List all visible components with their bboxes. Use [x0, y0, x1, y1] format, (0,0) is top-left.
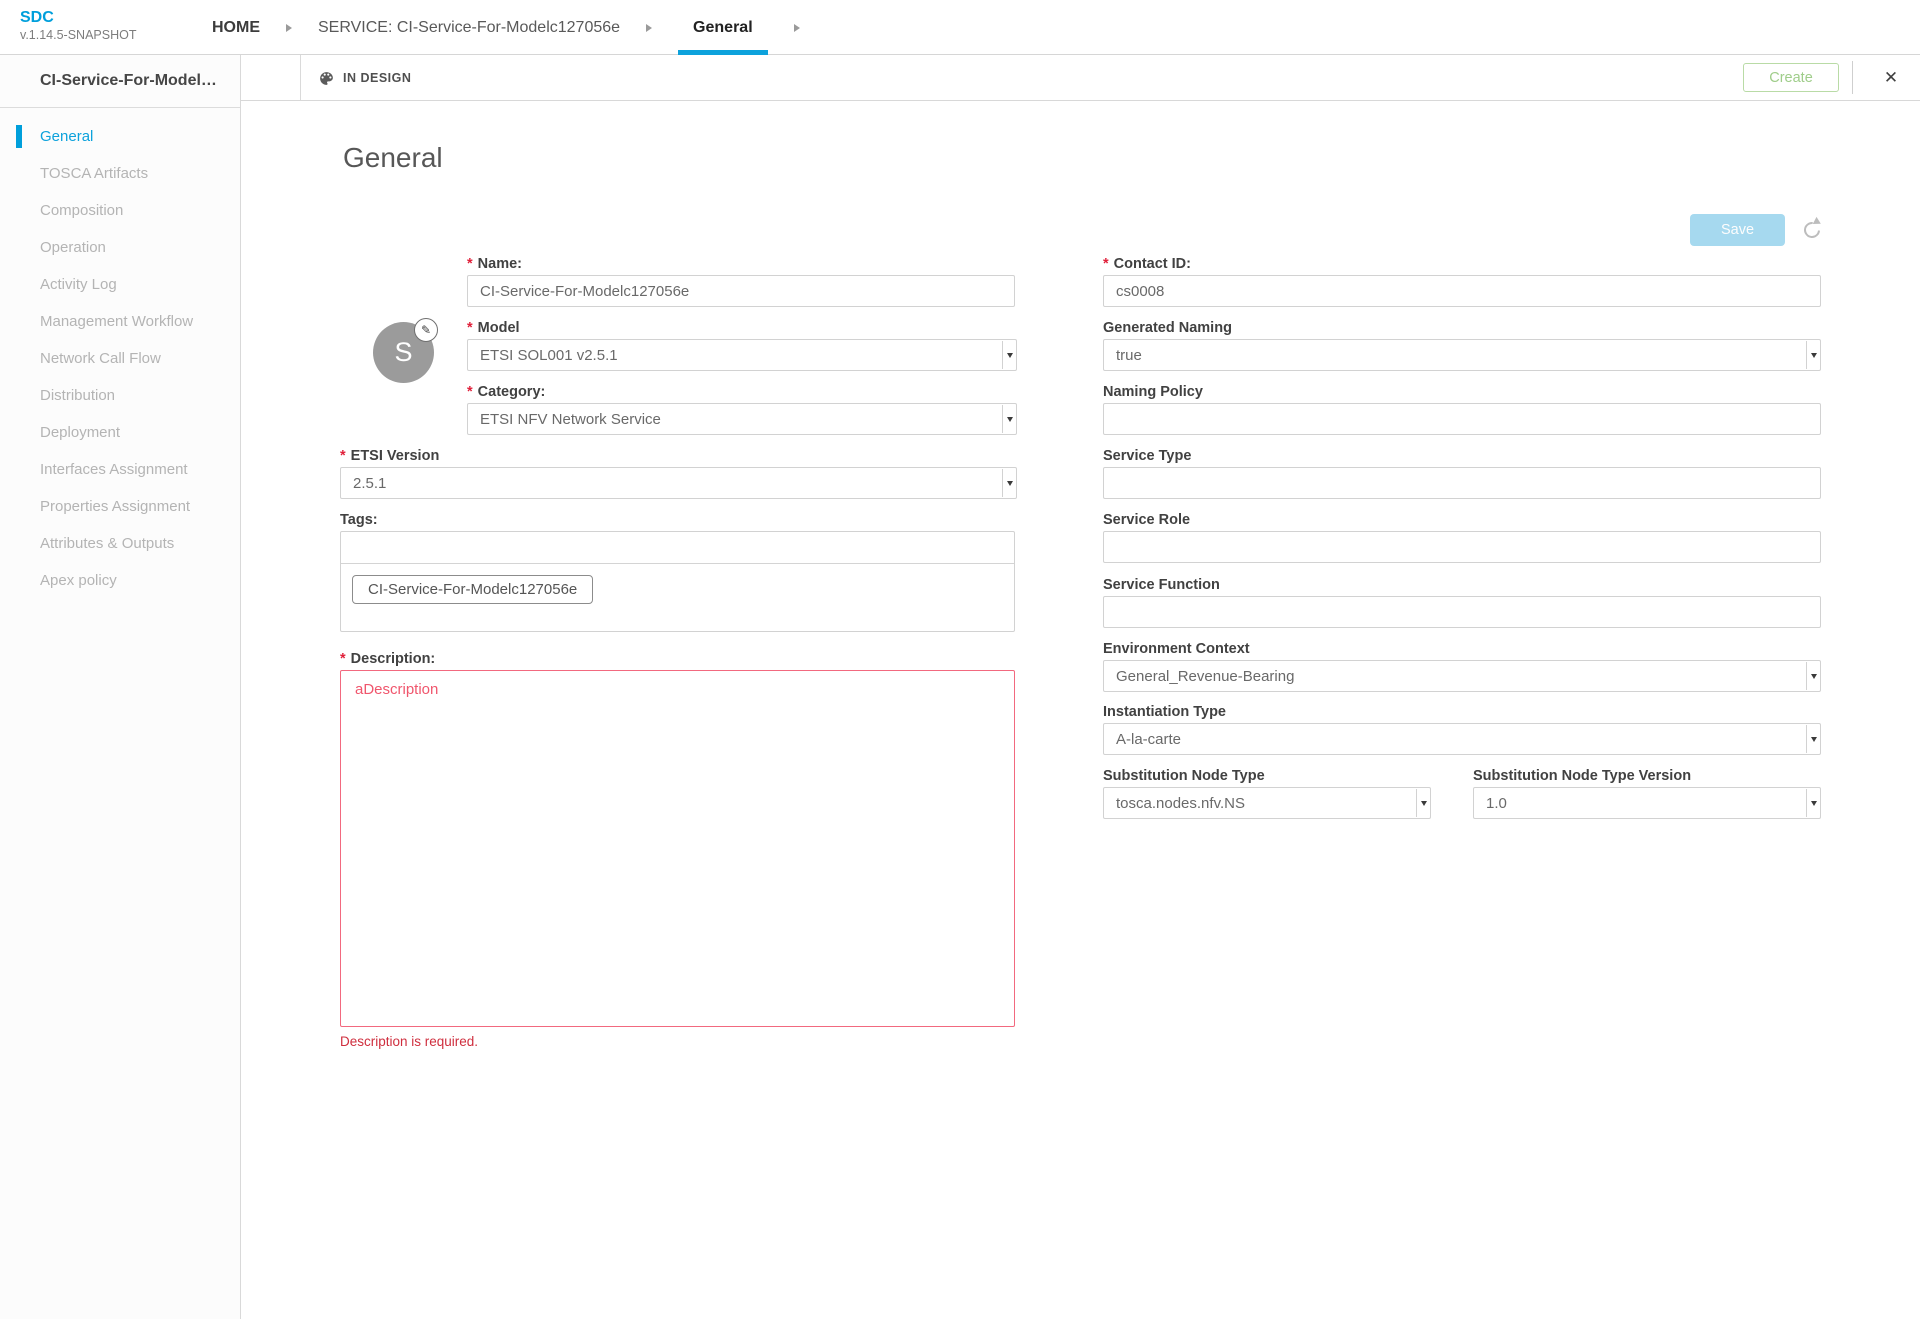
etsi-version-label: * ETSI Version — [340, 448, 440, 464]
sidebar-item-network-call-flow[interactable]: Network Call Flow — [0, 340, 240, 377]
breadcrumb-home[interactable]: HOME — [212, 19, 260, 37]
etsi-version-select[interactable]: 2.5.1 — [340, 467, 1017, 499]
app-version: v.1.14.5-SNAPSHOT — [20, 28, 137, 42]
header-divider — [300, 55, 301, 100]
description-label: * Description: — [340, 651, 436, 667]
sidebar-item-management-workflow[interactable]: Management Workflow — [0, 303, 240, 340]
model-label: * Model — [467, 320, 520, 336]
chevron-down-icon — [1421, 801, 1427, 806]
app-name: SDC — [20, 9, 54, 26]
top-nav-bar: SDC v.1.14.5-SNAPSHOT HOME SERVICE: CI-S… — [0, 0, 1920, 55]
substitution-node-type-version-label: Substitution Node Type Version — [1473, 768, 1692, 784]
chevron-down-icon — [1007, 353, 1013, 358]
tag-chip[interactable]: CI-Service-For-Modelc127056e — [352, 575, 594, 604]
active-item-indicator — [16, 125, 22, 148]
sidebar-item-activity-log[interactable]: Activity Log — [0, 266, 240, 303]
header-divider — [1852, 61, 1853, 94]
category-label: * Category: — [467, 384, 546, 400]
service-type-input[interactable] — [1103, 467, 1821, 499]
create-button[interactable]: Create — [1743, 63, 1839, 92]
chevron-down-icon — [1811, 737, 1817, 742]
breadcrumb-service[interactable]: SERVICE: CI-Service-For-Modelc127056e — [318, 19, 620, 37]
breadcrumb-arrow-icon — [793, 23, 800, 32]
sidebar-item-general[interactable]: General — [0, 118, 240, 155]
page-header: IN DESIGN Create ✕ — [241, 55, 1920, 101]
service-title: CI-Service-For-Modelc... — [0, 55, 240, 108]
tab-general-label: General — [693, 18, 753, 36]
naming-policy-input[interactable] — [1103, 403, 1821, 435]
active-tab-underline — [678, 50, 768, 55]
chevron-down-icon — [1811, 353, 1817, 358]
generated-naming-select[interactable]: true — [1103, 339, 1821, 371]
description-error-message: Description is required. — [340, 1034, 479, 1049]
sidebar-item-tosca-artifacts[interactable]: TOSCA Artifacts — [0, 155, 240, 192]
model-select[interactable]: ETSI SOL001 v2.5.1 — [467, 339, 1017, 371]
breadcrumb-arrow-icon — [286, 23, 292, 32]
generated-naming-label: Generated Naming — [1103, 320, 1232, 336]
chevron-down-icon — [1007, 481, 1013, 486]
avatar-letter: S — [394, 337, 413, 367]
status-badge: IN DESIGN — [343, 71, 412, 85]
sidebar-item-properties-assignment[interactable]: Properties Assignment — [0, 488, 240, 525]
sidebar-item-interfaces-assignment[interactable]: Interfaces Assignment — [0, 451, 240, 488]
page-title: General — [343, 142, 443, 173]
substitution-node-type-select[interactable]: tosca.nodes.nfv.NS — [1103, 787, 1431, 819]
environment-context-label: Environment Context — [1103, 641, 1250, 657]
palette-icon — [320, 71, 333, 85]
service-function-label: Service Function — [1103, 577, 1220, 593]
lifecycle-status: IN DESIGN — [318, 55, 411, 101]
tags-container: CI-Service-For-Modelc127056e — [340, 531, 1015, 632]
description-textarea[interactable] — [340, 670, 1015, 1027]
sidebar-item-operation[interactable]: Operation — [0, 229, 240, 266]
sidebar-item-distribution[interactable]: Distribution — [0, 377, 240, 414]
name-input[interactable] — [467, 275, 1015, 307]
breadcrumb-arrow-icon — [646, 23, 653, 32]
service-role-input[interactable] — [1103, 531, 1821, 563]
chevron-down-icon — [1811, 674, 1817, 679]
service-avatar: S ✎ — [373, 318, 438, 383]
tab-general[interactable]: General — [678, 0, 768, 55]
contact-id-input[interactable] — [1103, 275, 1821, 307]
service-type-label: Service Type — [1103, 448, 1192, 464]
general-form-page: General Save S ✎ *Name: *Model ETSI SOL0… — [242, 102, 1920, 1319]
contact-id-label: * Contact ID: — [1103, 256, 1191, 272]
substitution-node-type-version-select[interactable]: 1.0 — [1473, 787, 1821, 819]
naming-policy-label: Naming Policy — [1103, 384, 1203, 400]
chevron-down-icon — [1811, 801, 1817, 806]
app-logo[interactable]: SDC v.1.14.5-SNAPSHOT — [20, 9, 136, 43]
service-function-input[interactable] — [1103, 596, 1821, 628]
instantiation-type-select[interactable]: A-la-carte — [1103, 723, 1821, 755]
breadcrumb: HOME SERVICE: CI-Service-For-Modelc12705… — [212, 0, 800, 55]
sidebar-nav: General TOSCA Artifacts Composition Oper… — [0, 108, 240, 599]
redo-icon[interactable] — [1800, 216, 1827, 242]
name-label: * Name: — [467, 256, 522, 272]
chevron-down-icon — [1007, 417, 1013, 422]
edit-avatar-icon[interactable]: ✎ — [414, 318, 438, 342]
save-button[interactable]: Save — [1690, 214, 1785, 246]
substitution-node-type-label: Substitution Node Type — [1103, 768, 1265, 784]
sidebar-item-composition[interactable]: Composition — [0, 192, 240, 229]
tags-input[interactable] — [341, 532, 1014, 564]
service-role-label: Service Role — [1103, 512, 1191, 528]
sidebar-item-apex-policy[interactable]: Apex policy — [0, 562, 240, 599]
close-icon[interactable]: ✕ — [1871, 55, 1911, 101]
tags-label: Tags: — [340, 512, 378, 528]
sidebar-item-deployment[interactable]: Deployment — [0, 414, 240, 451]
environment-context-select[interactable]: General_Revenue-Bearing — [1103, 660, 1821, 692]
left-sidebar: CI-Service-For-Modelc... General TOSCA A… — [0, 55, 241, 1319]
sidebar-item-attributes-outputs[interactable]: Attributes & Outputs — [0, 525, 240, 562]
category-select[interactable]: ETSI NFV Network Service — [467, 403, 1017, 435]
instantiation-type-label: Instantiation Type — [1103, 704, 1226, 720]
